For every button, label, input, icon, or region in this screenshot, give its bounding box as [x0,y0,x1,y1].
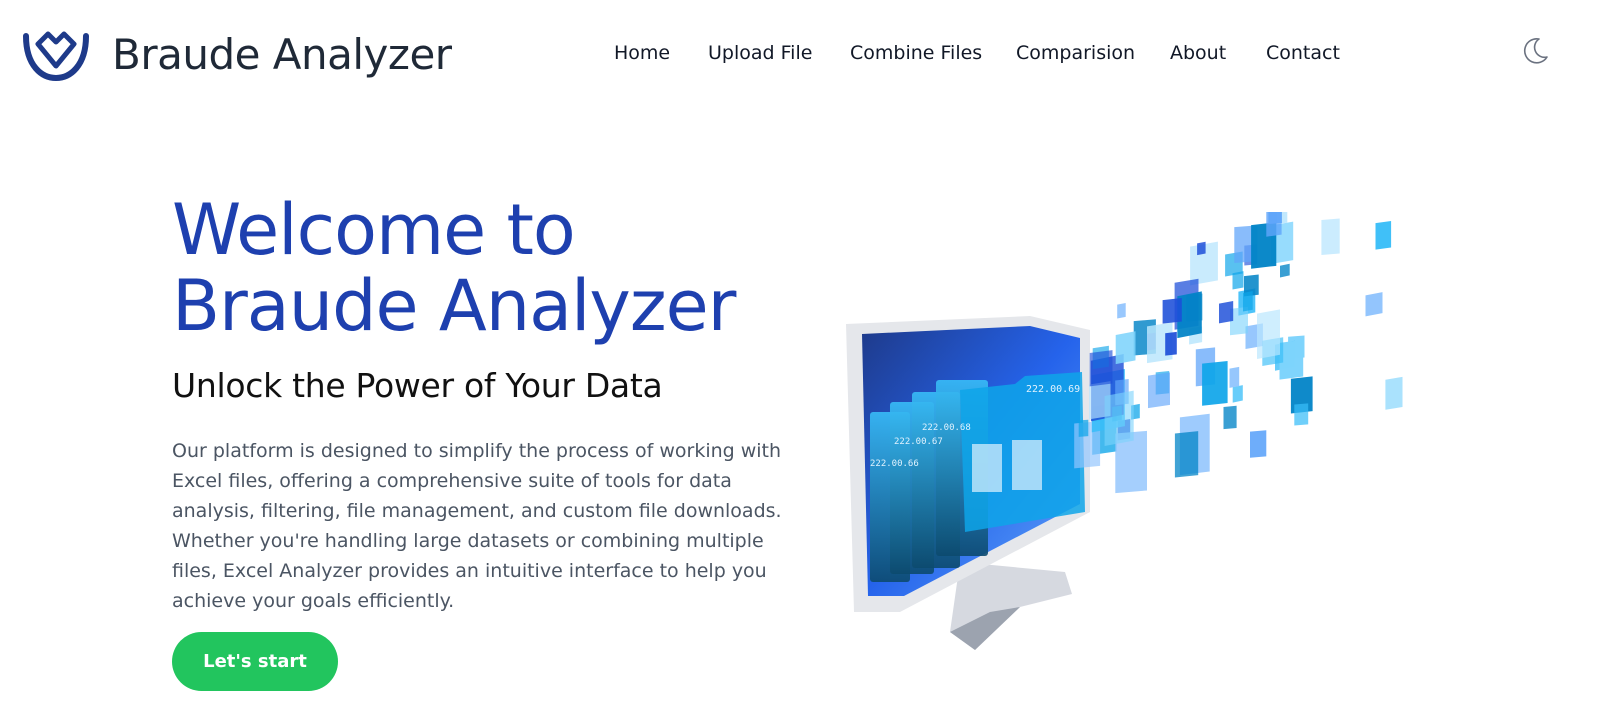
data-tile [1089,350,1113,387]
hero-title: Welcome to Braude Analyzer [172,189,736,347]
folder-label: 222.00.67 [894,437,943,447]
data-tiles [1074,212,1403,494]
monitor-data-files-illustration: 222.00.69 222.00.68 222.00.67 222.00.66 [846,212,1403,650]
data-tile [1232,271,1244,290]
data-tile [1104,390,1134,447]
data-tile [1148,372,1170,409]
data-tile [1243,291,1253,312]
tulip-logo-icon[interactable] [22,28,90,82]
nav-item-combine-files[interactable]: Combine Files [850,42,982,64]
hero-title-line-1: Welcome to [172,189,576,271]
data-tile [1268,212,1282,225]
data-tile [1162,297,1182,324]
moon-icon[interactable] [1520,36,1550,66]
data-tile [1197,241,1206,256]
file-folders [870,372,1085,582]
data-tile [1280,263,1290,278]
nav-item-comparision[interactable]: Comparision [1016,42,1135,64]
data-tile [1257,309,1280,360]
data-tile [1174,431,1199,478]
lets-start-button[interactable]: Let's start [172,632,338,691]
folder-label: 222.00.69 [1026,384,1080,395]
data-tile [1115,331,1136,365]
nav-item-about[interactable]: About [1170,42,1226,64]
data-tile [1232,385,1243,403]
data-tile [1321,218,1340,255]
data-tile [1365,292,1383,317]
data-tile [1223,405,1237,430]
nav-item-home[interactable]: Home [614,42,670,64]
data-tile [1202,360,1228,406]
data-tile [1078,419,1089,437]
data-tile [1250,430,1267,458]
data-tile [1117,302,1126,319]
data-tile [1165,331,1177,356]
folder-label: 222.00.66 [870,459,919,469]
data-tile [1385,376,1403,410]
hero-title-line-2: Braude Analyzer [172,265,736,347]
data-tile [1375,221,1392,250]
data-tile [1219,301,1234,324]
nav-item-contact[interactable]: Contact [1266,42,1340,64]
folder-label: 222.00.68 [922,423,971,433]
brand-name[interactable]: Braude Analyzer [112,30,452,79]
nav-item-upload-file[interactable]: Upload File [708,42,812,64]
data-tile [1229,366,1240,388]
hero-description: Our platform is designed to simplify the… [172,440,782,612]
hero-subtitle: Unlock the Power of Your Data [172,366,663,405]
data-tile [1294,403,1309,426]
site-header: Braude Analyzer Home Upload File Combine… [0,0,1600,110]
